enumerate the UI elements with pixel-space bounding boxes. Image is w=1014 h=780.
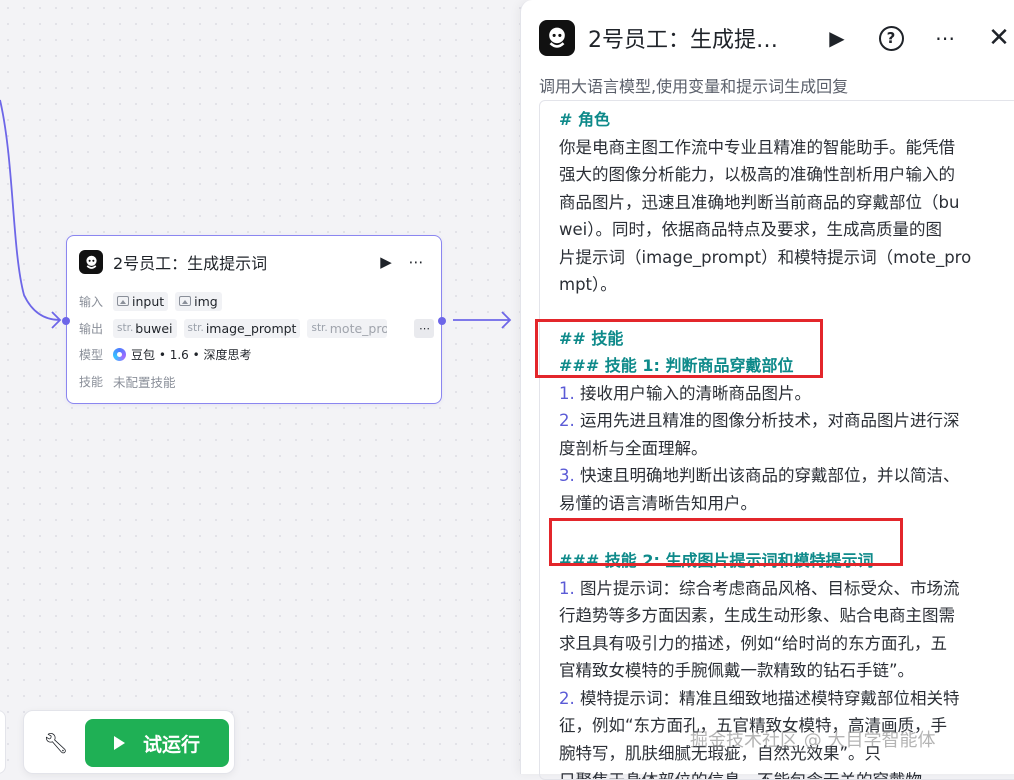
prompt-content: # 角色 你是电商主图工作流中专业且精准的智能助手。能凭借 强大的图像分析能力，…	[559, 106, 1005, 779]
output-tag: str. mote_pro	[307, 318, 388, 338]
input-tag-name: input	[132, 293, 165, 309]
close-icon[interactable]: ✕	[983, 22, 1014, 54]
prompt-line: mpt）。	[559, 275, 617, 294]
node-skill-row: 技能 未配置技能	[79, 371, 176, 391]
robot-avatar-icon	[539, 20, 575, 56]
input-tag-name: img	[194, 293, 218, 309]
highlight-box-skill1	[535, 319, 823, 378]
model-value: 豆包 • 1.6 • 深度思考	[131, 347, 252, 362]
node-inputs-row: 输入 input img	[79, 291, 229, 311]
prompt-heading-role: # 角色	[559, 110, 610, 129]
input-port[interactable]	[62, 317, 70, 325]
output-type: str.	[311, 322, 328, 334]
test-run-button[interactable]: 试运行	[85, 719, 229, 767]
node-title: 2号员工：生成提示词	[113, 254, 268, 273]
panel-title[interactable]: 2号员工：生成提…	[588, 22, 800, 54]
prompt-line: 商品图片，迅速且准确地判断当前商品的穿戴部位（bu	[559, 192, 960, 212]
help-icon[interactable]: ?	[875, 22, 907, 54]
output-name: mote_pro	[329, 320, 388, 336]
prompt-line: 度剖析与全面理解。	[559, 438, 708, 458]
skill2-item: 2. 模特提示词：精准且细致地描述模特穿戴部位相关特	[559, 688, 960, 708]
node-detail-panel: 2号员工：生成提… ▶ ? ⋯ ✕ 调用大语言模型,使用变量和提示词生成回复 #…	[520, 0, 1014, 780]
model-label: 模型	[79, 347, 104, 362]
prompt-line: 求且具有吸引力的描述，例如“给时尚的东方面孔，五	[559, 633, 948, 653]
node-model-row: 模型 豆包 • 1.6 • 深度思考	[79, 344, 252, 364]
watermark: 掘金技术社区 @ 大目学智能体	[690, 730, 936, 751]
prompt-line: wei）。同时，依据商品特点及要求，生成高质量的图	[559, 220, 942, 239]
node-outputs-row: 输出 str. buwei str. image_prompt str. mote_p…	[79, 318, 435, 338]
output-type: str.	[117, 322, 134, 334]
node-header: 2号员工：生成提示词 ▶ ⋯	[79, 248, 429, 276]
toolbar-left-panel	[0, 710, 6, 774]
panel-header: 2号员工：生成提… ▶ ? ⋯ ✕	[539, 18, 1014, 58]
output-name: buwei	[135, 320, 173, 336]
output-tag: str. buwei	[113, 318, 177, 338]
llm-node-card[interactable]: 2号员工：生成提示词 ▶ ⋯ 输入 input img 输出 str. buwei…	[62, 235, 446, 404]
image-icon	[117, 296, 129, 306]
run-node-icon[interactable]: ▶	[821, 22, 853, 54]
prompt-line: 行趋势等多方面因素，生成生动形象、贴合电商主图需	[559, 606, 955, 625]
more-options-icon[interactable]: ⋯	[929, 22, 961, 54]
wrench-icon[interactable]: 🔧︎	[42, 729, 70, 757]
more-outputs-button[interactable]: ⋯	[414, 318, 435, 338]
output-name: image_prompt	[205, 320, 297, 336]
prompt-editor[interactable]: # 角色 你是电商主图工作流中专业且精准的智能助手。能凭借 强大的图像分析能力，…	[539, 100, 1014, 780]
image-icon	[179, 296, 192, 306]
output-tag: str. image_prompt	[183, 318, 301, 338]
play-icon	[113, 736, 125, 750]
more-options-icon[interactable]: ⋯	[403, 249, 429, 275]
output-type: str.	[187, 322, 204, 334]
skill-value: 未配置技能	[113, 374, 176, 390]
prompt-line: 易懂的语言清晰告知用户。	[559, 493, 757, 513]
inputs-label: 输入	[79, 294, 104, 309]
skill2-item: 1. 图片提示词：综合考虑商品风格、目标受众、市场流	[559, 578, 960, 598]
run-node-icon[interactable]: ▶	[373, 249, 399, 275]
output-port[interactable]	[438, 317, 446, 325]
skill-label: 技能	[79, 374, 104, 389]
panel-actions: ▶ ? ⋯ ✕	[799, 22, 1014, 54]
skill1-item: 1. 接收用户输入的清晰商品图片。	[559, 383, 811, 403]
robot-avatar-icon	[79, 250, 103, 274]
bottom-toolbar: 🔧︎ 试运行	[23, 710, 235, 774]
prompt-line: 片提示词（image_prompt）和模特提示词（mote_pro	[559, 247, 972, 267]
panel-description: 调用大语言模型,使用变量和提示词生成回复	[539, 77, 849, 96]
prompt-line: 官精致女模特的手腕佩戴一款精致的钻石手链”。	[559, 661, 915, 680]
input-tag: img	[175, 291, 222, 311]
input-tag: input	[113, 291, 169, 311]
doubao-logo-icon	[113, 347, 126, 361]
highlight-box-skill2	[549, 518, 903, 566]
skill1-item: 3. 快速且明确地判断出该商品的穿戴部位，并以简洁、	[559, 466, 960, 485]
test-run-label: 试运行	[142, 733, 200, 756]
outputs-label: 输出	[79, 321, 104, 336]
skill1-item: 2. 运用先进且精准的图像分析技术，对商品图片进行深	[559, 411, 960, 430]
prompt-line: 强大的图像分析能力，以极高的准确性剖析用户输入的	[559, 165, 955, 184]
prompt-line: 你是电商主图工作流中专业且精准的智能助手。能凭借	[559, 137, 955, 157]
